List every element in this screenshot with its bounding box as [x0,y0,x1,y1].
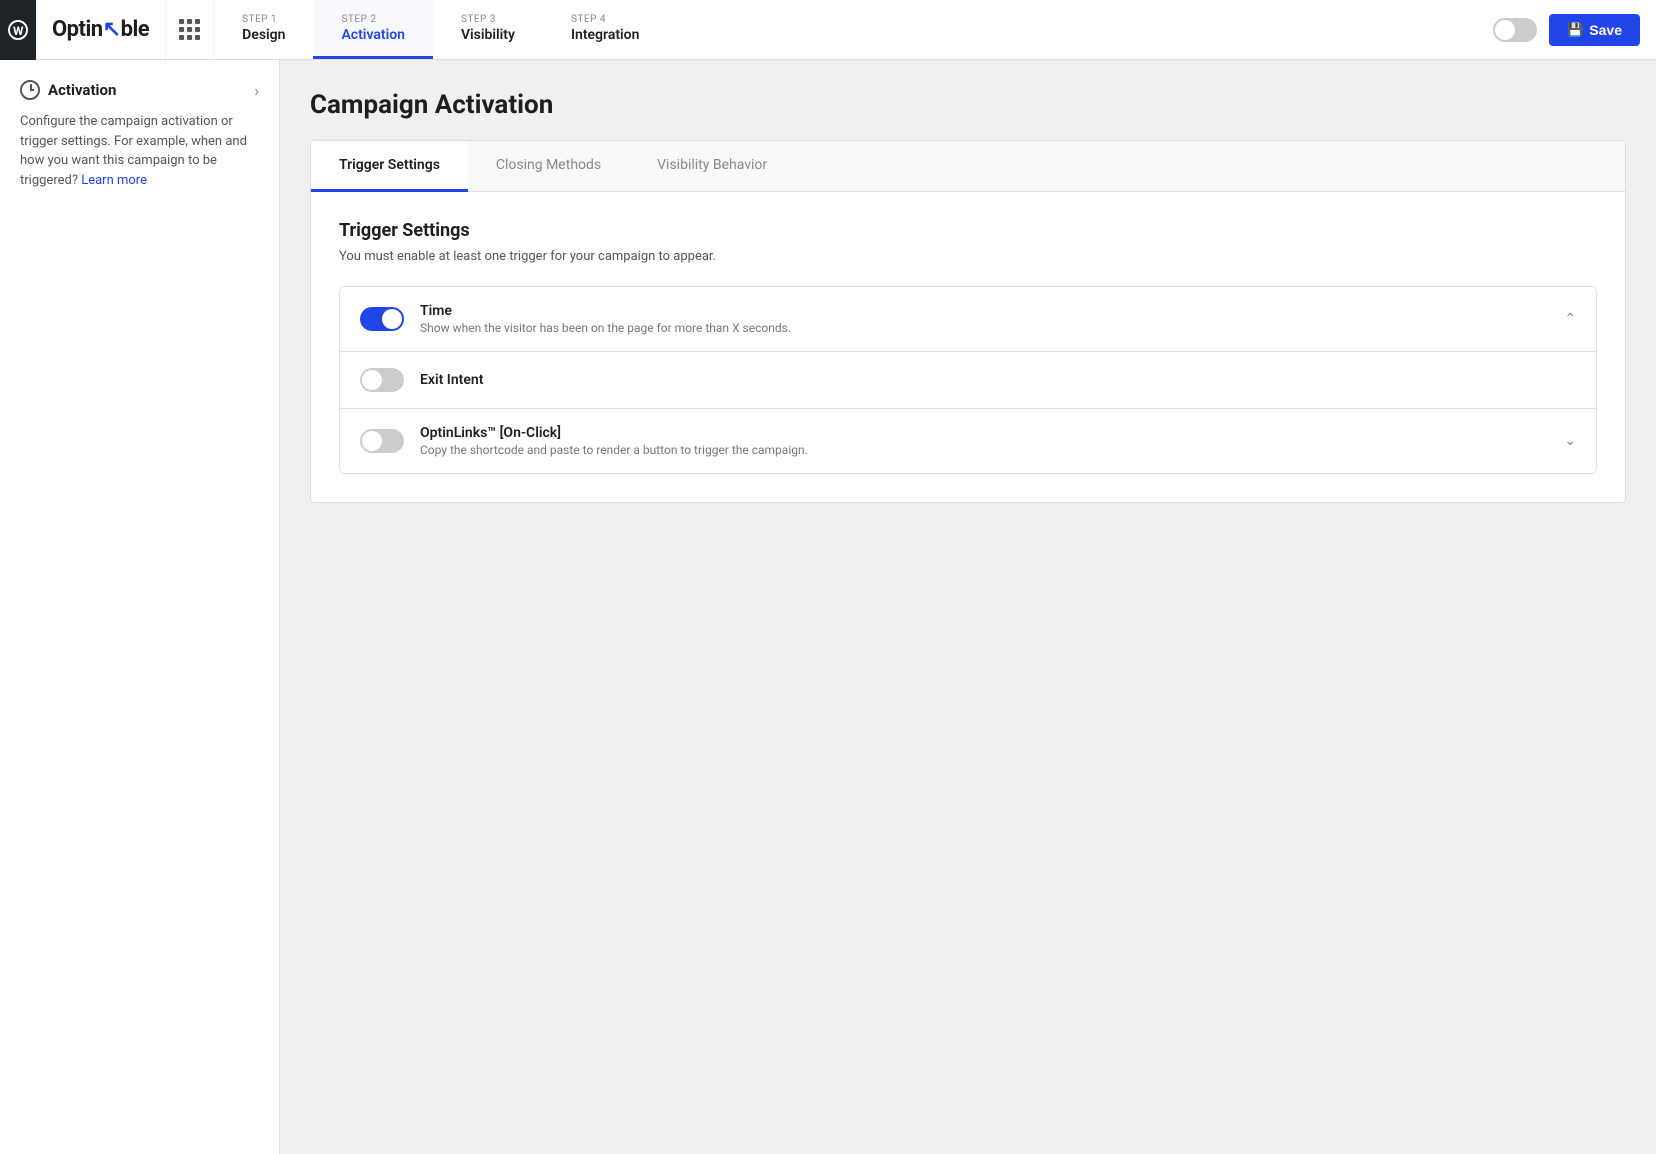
svg-text:W: W [13,24,24,38]
sidebar-title-row: Activation [20,80,116,100]
logo-area: Optin↖ble [36,0,166,59]
trigger-info-optinlinks: OptinLinks™ [On-Click] Copy the shortcod… [420,425,1554,457]
step-2-activation[interactable]: STEP 2 Activation [313,0,433,59]
wp-icon[interactable]: W [0,0,36,60]
trigger-desc-time: Show when the visitor has been on the pa… [420,321,1554,335]
clock-icon [20,80,40,100]
tabs-nav: Trigger Settings Closing Methods Visibil… [311,141,1625,192]
sidebar: Activation › Configure the campaign acti… [0,60,280,1154]
sidebar-description: Configure the campaign activation or tri… [0,112,279,190]
step-4-name: Integration [571,27,639,43]
sidebar-section-title: Activation [48,81,116,99]
step-2-label: STEP 2 [341,14,405,25]
trigger-list: Time Show when the visitor has been on t… [339,286,1597,474]
step-3-visibility[interactable]: STEP 3 Visibility [433,0,543,59]
tab-visibility-behavior[interactable]: Visibility Behavior [629,141,795,192]
trigger-name-exit-intent: Exit Intent [420,372,1576,388]
save-icon: 💾 [1567,22,1583,38]
apps-icon-button[interactable] [166,0,214,60]
tab-content-trigger-settings: Trigger Settings You must enable at leas… [311,192,1625,502]
trigger-row-optinlinks: OptinLinks™ [On-Click] Copy the shortcod… [340,409,1596,473]
step-4-integration[interactable]: STEP 4 Integration [543,0,667,59]
sidebar-header: Activation › [0,80,279,112]
page-title: Campaign Activation [310,90,1626,120]
main-content: Campaign Activation Trigger Settings Clo… [280,60,1656,1154]
toggle-optinlinks[interactable] [360,429,404,453]
trigger-info-time: Time Show when the visitor has been on t… [420,303,1554,335]
tab-trigger-settings[interactable]: Trigger Settings [311,141,468,192]
logo-accent: ↖ [103,17,121,42]
sidebar-expand-icon[interactable]: › [254,81,259,100]
step-2-name: Activation [341,27,405,43]
save-label: Save [1589,22,1622,38]
trigger-info-exit-intent: Exit Intent [420,372,1576,388]
step-3-label: STEP 3 [461,14,515,25]
trigger-settings-title: Trigger Settings [339,220,1597,241]
apps-icon [179,19,200,40]
logo: Optin↖ble [52,17,149,42]
layout: Activation › Configure the campaign acti… [0,60,1656,1154]
toggle-exit-intent[interactable] [360,368,404,392]
trigger-row-time: Time Show when the visitor has been on t… [340,287,1596,352]
trigger-settings-desc: You must enable at least one trigger for… [339,249,1597,264]
step-4-label: STEP 4 [571,14,639,25]
preview-toggle[interactable] [1493,18,1537,42]
save-button[interactable]: 💾 Save [1549,14,1640,46]
trigger-desc-optinlinks: Copy the shortcode and paste to render a… [420,443,1554,457]
step-3-name: Visibility [461,27,515,43]
tabs-container: Trigger Settings Closing Methods Visibil… [310,140,1626,503]
tab-closing-methods[interactable]: Closing Methods [468,141,629,192]
trigger-chevron-optinlinks[interactable]: ⌄ [1564,433,1576,449]
trigger-row-exit-intent: Exit Intent [340,352,1596,409]
steps-nav: STEP 1 Design STEP 2 Activation STEP 3 V… [214,0,1477,59]
trigger-chevron-time[interactable]: ⌃ [1564,311,1576,327]
step-1-design[interactable]: STEP 1 Design [214,0,313,59]
trigger-name-optinlinks: OptinLinks™ [On-Click] [420,425,1554,441]
step-1-name: Design [242,27,285,43]
step-1-label: STEP 1 [242,14,285,25]
trigger-name-time: Time [420,303,1554,319]
learn-more-link[interactable]: Learn more [81,173,147,188]
topbar: W Optin↖ble STEP 1 Design STEP 2 Activat… [0,0,1656,60]
topbar-right: 💾 Save [1477,14,1656,46]
toggle-time[interactable] [360,307,404,331]
